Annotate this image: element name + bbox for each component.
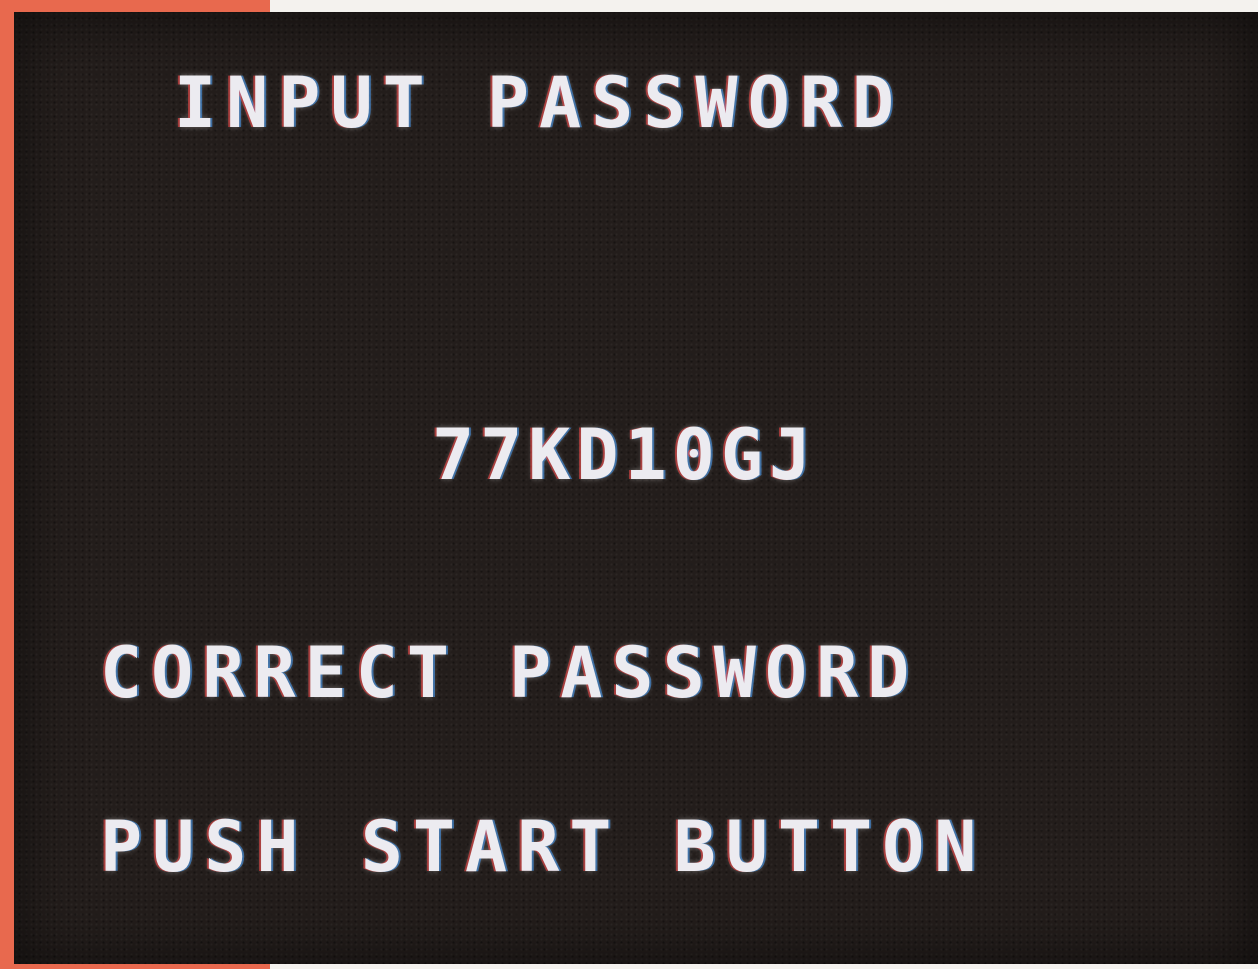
input-password-title: INPUT PASSWORD <box>174 62 905 144</box>
push-start-prompt: PUSH START BUTTON <box>100 806 987 888</box>
photo-frame: INPUT PASSWORD 77KD10GJ CORRECT PASSWORD… <box>0 0 1258 969</box>
password-status-message: CORRECT PASSWORD <box>100 632 919 714</box>
game-screen: INPUT PASSWORD 77KD10GJ CORRECT PASSWORD… <box>14 12 1258 964</box>
password-field[interactable]: 77KD10GJ <box>432 414 817 496</box>
